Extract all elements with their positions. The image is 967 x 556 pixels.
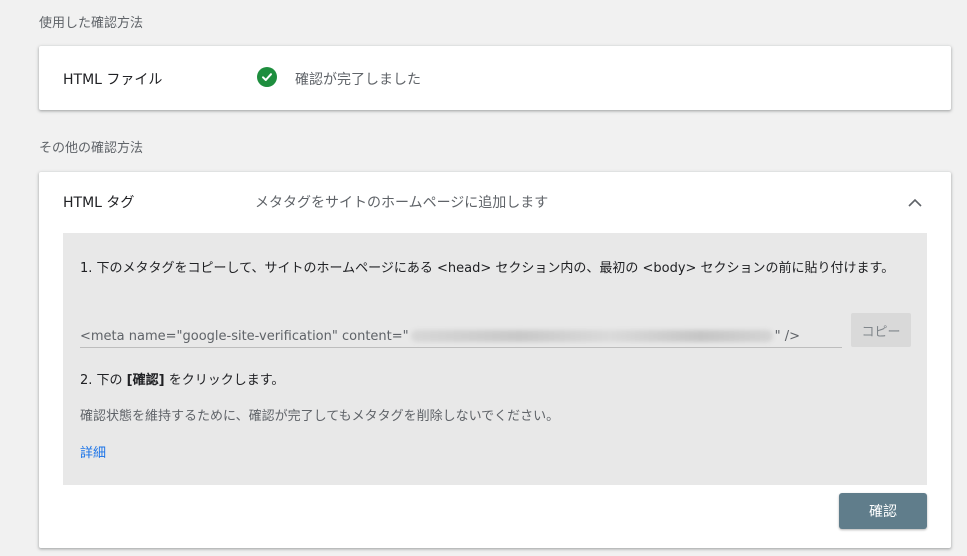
verification-status: 確認が完了しました xyxy=(295,72,421,88)
meta-tag-field[interactable]: <meta name="google-site-verification" co… xyxy=(80,325,842,348)
step-2-suffix: をクリックします。 xyxy=(164,373,285,388)
step-2-prefix: 2. 下の xyxy=(80,373,127,388)
used-method-heading: 使用した確認方法 xyxy=(39,16,144,31)
other-method-card: HTML タグ メタタグをサイトのホームページに追加します 1. 下のメタタグを… xyxy=(39,172,951,548)
used-method-card: HTML ファイル 確認が完了しました xyxy=(39,46,951,110)
verify-button[interactable]: 確認 xyxy=(839,493,927,529)
other-method-description[interactable]: メタタグをサイトのホームページに追加します xyxy=(255,192,548,212)
other-methods-heading: その他の確認方法 xyxy=(39,141,144,156)
other-method-name[interactable]: HTML タグ xyxy=(63,192,134,212)
step-2-verify-word: [確認] xyxy=(126,373,165,388)
check-circle-icon xyxy=(257,67,277,87)
step-2-text: 2. 下の [確認] をクリックします。 xyxy=(80,369,284,388)
details-link[interactable]: 詳細 xyxy=(80,442,106,461)
instructions-panel: 1. 下のメタタグをコピーして、サイトのホームページにある <head> セクシ… xyxy=(63,233,927,485)
meta-tag-prefix: <meta name="google-site-verification" co… xyxy=(80,328,409,344)
meta-tag-suffix: " /> xyxy=(774,328,801,344)
copy-button[interactable]: コピー xyxy=(851,313,911,347)
redacted-verification-code xyxy=(410,330,773,342)
used-method-name: HTML ファイル xyxy=(63,72,163,88)
keep-tag-note: 確認状態を維持するために、確認が完了してもメタタグを削除しないでください。 xyxy=(80,409,560,424)
step-1-text: 1. 下のメタタグをコピーして、サイトのホームページにある <head> セクシ… xyxy=(80,261,895,276)
chevron-up-icon[interactable] xyxy=(903,190,927,214)
